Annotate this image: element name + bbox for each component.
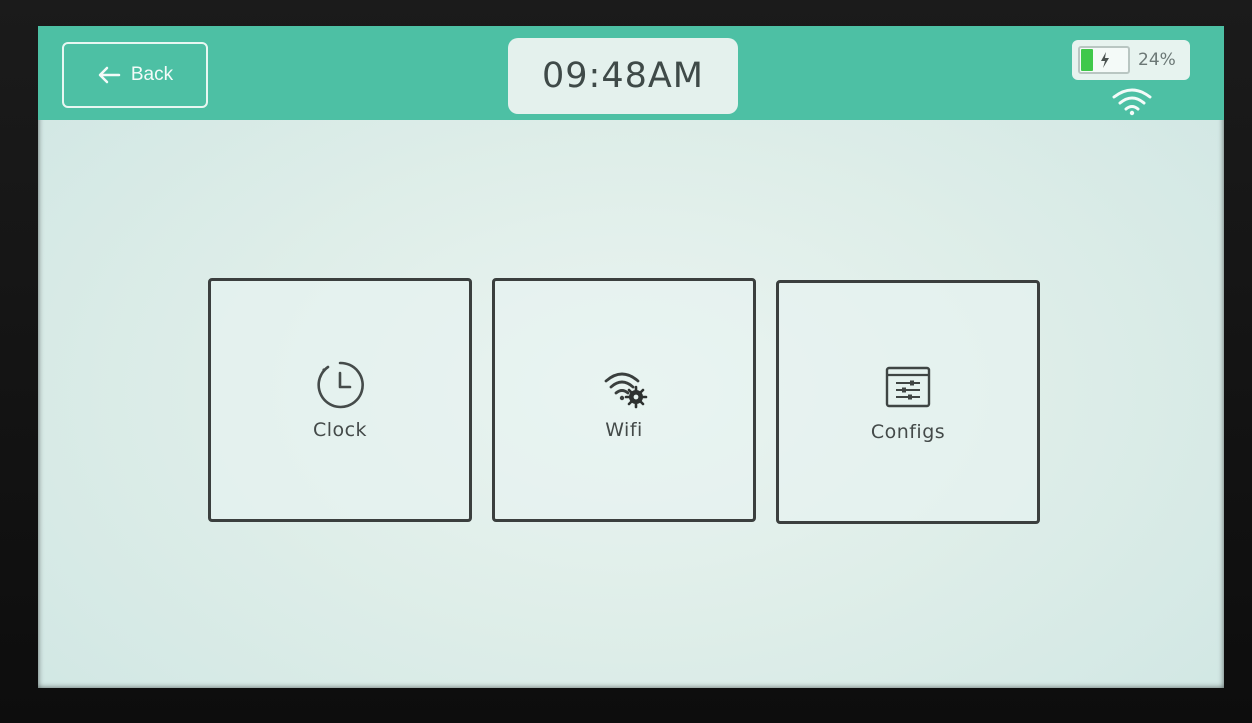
charging-bolt-icon	[1101, 52, 1109, 68]
clock-tile-label: Clock	[312, 419, 368, 441]
arrow-left-icon	[98, 66, 121, 84]
battery-icon	[1078, 46, 1130, 74]
clock-icon	[317, 361, 364, 409]
back-button[interactable]: Back	[62, 42, 208, 108]
screen: Back 09:48AM 24% Clock Wifi Configs	[38, 26, 1224, 688]
configs-tile[interactable]: Configs	[776, 280, 1040, 524]
top-bar: Back 09:48AM 24%	[38, 26, 1224, 120]
clock-display: 09:48AM	[508, 38, 738, 114]
battery-level-fill	[1081, 49, 1093, 71]
wifi-icon	[1112, 88, 1152, 116]
clock-tile[interactable]: Clock	[208, 278, 472, 522]
configs-tile-label: Configs	[870, 421, 946, 443]
wifi-tile[interactable]: Wifi	[492, 278, 756, 522]
wifi-settings-icon	[604, 372, 648, 409]
menu-tiles: Clock Wifi Configs	[208, 278, 1048, 524]
wifi-tile-label: Wifi	[605, 419, 643, 441]
battery-percent: 24%	[1138, 50, 1176, 70]
back-button-label: Back	[130, 64, 174, 85]
configs-window-icon	[885, 366, 931, 408]
battery-indicator: 24%	[1072, 40, 1190, 80]
device-bezel: Back 09:48AM 24% Clock Wifi Configs	[0, 0, 1252, 723]
status-area: 24%	[1072, 40, 1192, 116]
